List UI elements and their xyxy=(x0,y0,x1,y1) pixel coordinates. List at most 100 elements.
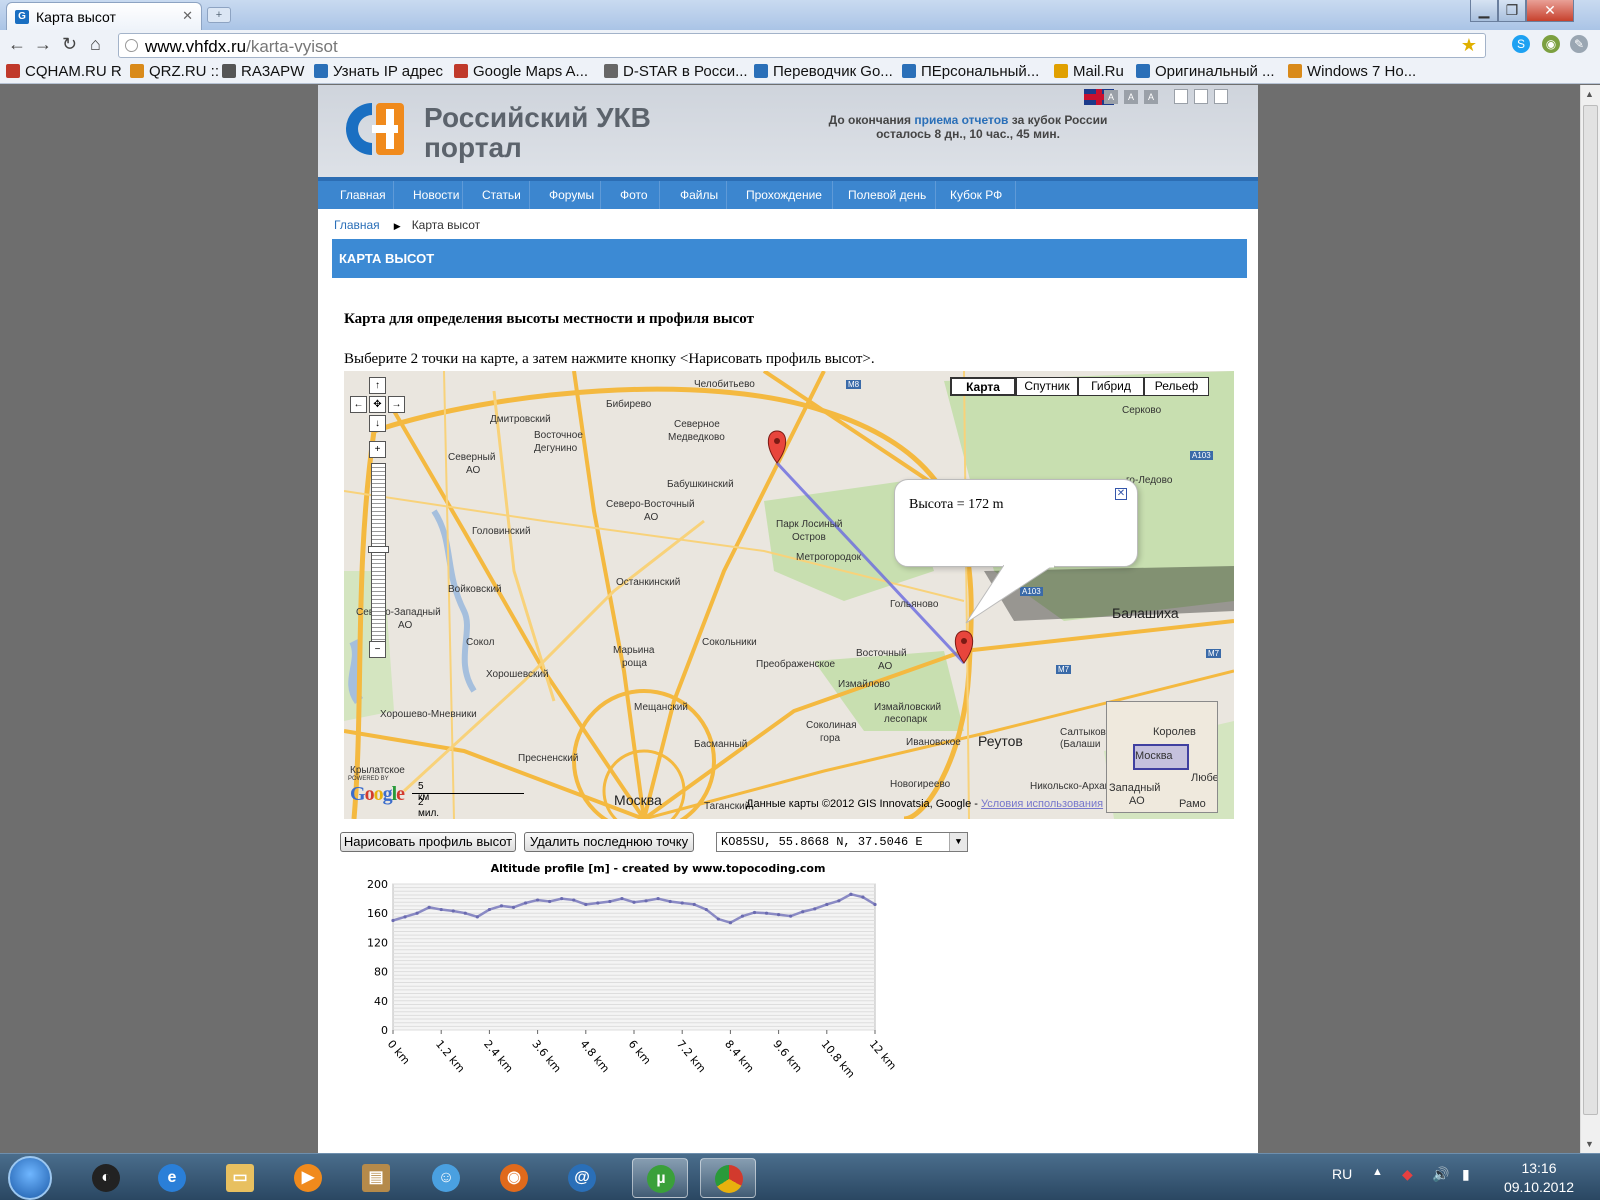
bookmark-item[interactable]: ПЕрсональный... xyxy=(902,63,1039,80)
zoom-slider[interactable] xyxy=(371,463,386,647)
menu-item-cup[interactable]: Кубок РФ xyxy=(950,188,1002,202)
info-window-close-icon[interactable]: ✕ xyxy=(1115,488,1127,500)
system-clock[interactable]: 13:16 09.10.2012 xyxy=(1494,1159,1584,1197)
altitude-point xyxy=(632,900,636,904)
site-logo-icon[interactable] xyxy=(332,99,408,159)
extension-icon[interactable]: ◉ xyxy=(1542,35,1560,53)
minimize-button[interactable]: ▁ xyxy=(1470,0,1498,22)
new-tab-button[interactable]: + xyxy=(207,7,231,23)
layout-wide-button[interactable] xyxy=(1214,89,1228,104)
map-place-label: АО xyxy=(398,620,413,631)
point-select[interactable]: KO85SU, 55.8668 N, 37.5046 E ▼ xyxy=(716,832,968,852)
pan-down-button[interactable]: ↓ xyxy=(369,415,386,432)
bookmark-item[interactable]: Переводчик Go... xyxy=(754,63,893,80)
terms-link[interactable]: Условия использования xyxy=(981,798,1103,810)
vertical-scrollbar[interactable]: ▲ ▼ xyxy=(1580,85,1600,1153)
bookmark-item[interactable]: Узнать IP адрес xyxy=(314,63,443,80)
map-type-hybrid[interactable]: Гибрид xyxy=(1078,377,1144,396)
google-logo[interactable]: Google xyxy=(350,783,405,806)
zoom-in-button[interactable]: + xyxy=(369,441,386,458)
reports-link[interactable]: приема отчетов xyxy=(914,113,1008,127)
altitude-info-window: Высота = 172 m ✕ xyxy=(894,479,1138,567)
map-place-label: Останкинский xyxy=(616,577,681,588)
map-type-terrain[interactable]: Рельеф xyxy=(1144,377,1209,396)
start-button[interactable] xyxy=(8,1156,52,1200)
forward-icon[interactable]: → xyxy=(34,34,52,55)
scroll-thumb[interactable] xyxy=(1583,105,1598,1115)
menu-item-forums[interactable]: Форумы xyxy=(549,188,594,202)
language-indicator[interactable]: RU xyxy=(1332,1166,1352,1182)
site-logo-text[interactable]: Российский УКВ портал xyxy=(424,103,651,163)
google-map[interactable]: Челобитьево Бибирево Дмитровский Северное Ме… xyxy=(344,371,1234,819)
taskbar-app[interactable]: ▤ xyxy=(348,1158,404,1198)
scroll-up-icon[interactable]: ▲ xyxy=(1585,89,1594,99)
bookmark-item[interactable]: RA3APW xyxy=(222,63,304,80)
taskbar-mail-agent[interactable]: @ xyxy=(554,1158,610,1198)
wrench-icon[interactable]: ✎ xyxy=(1570,35,1588,53)
zoom-slider-thumb[interactable] xyxy=(368,546,389,553)
chevron-down-icon[interactable]: ▼ xyxy=(949,833,967,851)
altitude-point xyxy=(451,909,455,913)
bookmark-item[interactable]: Google Maps A... xyxy=(454,63,588,80)
address-bar[interactable]: www.vhfdx.ru/karta-vyisot ★ xyxy=(118,33,1486,58)
home-icon[interactable]: ⌂ xyxy=(90,34,101,55)
font-size-medium-button[interactable]: A xyxy=(1124,90,1138,104)
layout-medium-button[interactable] xyxy=(1194,89,1208,104)
maximize-button[interactable]: ❐ xyxy=(1498,0,1526,22)
browser-tab[interactable]: G Карта высот ✕ xyxy=(6,2,202,30)
font-size-small-button[interactable]: A xyxy=(1104,90,1118,104)
network-icon[interactable]: ▮ xyxy=(1462,1166,1470,1183)
taskbar-explorer[interactable]: ▭ xyxy=(212,1158,268,1198)
taskbar-ie[interactable]: e xyxy=(144,1158,200,1198)
pan-right-button[interactable]: → xyxy=(388,396,405,413)
breadcrumb-home-link[interactable]: Главная xyxy=(334,218,380,232)
taskbar-firefox[interactable]: ◉ xyxy=(486,1158,542,1198)
x-tick-label: 10.8 km xyxy=(819,1038,858,1081)
taskbar-utorrent[interactable]: µ xyxy=(632,1158,688,1198)
overview-minimap[interactable]: Королев Москва Западный АО Любер Рамо xyxy=(1106,701,1218,813)
bookmark-item[interactable]: QRZ.RU :: xyxy=(130,63,219,80)
back-icon[interactable]: ← xyxy=(8,34,26,55)
layout-narrow-button[interactable] xyxy=(1174,89,1188,104)
zoom-out-button[interactable]: − xyxy=(369,641,386,658)
menu-item-home[interactable]: Главная xyxy=(340,188,386,202)
taskbar-media-player[interactable]: ▶ xyxy=(280,1158,336,1198)
menu-item-articles[interactable]: Статьи xyxy=(482,188,521,202)
window-close-button[interactable]: ✕ xyxy=(1526,0,1574,22)
delete-last-point-button[interactable]: Удалить последнюю точку xyxy=(524,832,694,852)
draw-profile-button[interactable]: Нарисовать профиль высот xyxy=(340,832,516,852)
skype-icon[interactable]: S xyxy=(1512,35,1530,53)
bookmark-item[interactable]: D-STAR в Росси... xyxy=(604,63,748,80)
menu-item-photo[interactable]: Фото xyxy=(620,188,648,202)
taskbar-chrome[interactable] xyxy=(700,1158,756,1198)
pan-center-button[interactable]: ✥ xyxy=(369,396,386,413)
page-heading-bar: КАРТА ВЫСОТ xyxy=(332,239,1247,278)
bookmark-item[interactable]: Оригинальный ... xyxy=(1136,63,1275,80)
menu-item-propagation[interactable]: Прохождение xyxy=(746,188,822,202)
font-size-large-button[interactable]: A xyxy=(1144,90,1158,104)
pan-up-button[interactable]: ↑ xyxy=(369,377,386,394)
tab-close-icon[interactable]: ✕ xyxy=(182,8,193,24)
menu-item-files[interactable]: Файлы xyxy=(680,188,718,202)
taskbar-app[interactable]: ◐ xyxy=(78,1158,134,1198)
bookmark-item[interactable]: Mail.Ru xyxy=(1054,63,1124,80)
bookmark-star-icon[interactable]: ★ xyxy=(1461,35,1477,56)
taskbar-app[interactable]: ☺ xyxy=(418,1158,474,1198)
volume-icon[interactable]: 🔊 xyxy=(1432,1166,1449,1183)
map-type-map[interactable]: Карта xyxy=(950,377,1016,396)
tray-expand-icon[interactable]: ▲ xyxy=(1372,1166,1383,1178)
altitude-point xyxy=(572,898,576,902)
reload-icon[interactable]: ↻ xyxy=(62,34,77,55)
pan-left-button[interactable]: ← xyxy=(350,396,367,413)
antivirus-icon[interactable]: ◆ xyxy=(1402,1166,1413,1183)
menu-item-news[interactable]: Новости xyxy=(413,188,459,202)
bookmark-item[interactable]: CQHAM.RU R xyxy=(6,63,122,80)
map-type-satellite[interactable]: Спутник xyxy=(1016,377,1078,396)
menu-item-field-day[interactable]: Полевой день xyxy=(848,188,926,202)
bookmark-item[interactable]: Windows 7 Но... xyxy=(1288,63,1416,80)
altitude-point xyxy=(861,895,865,899)
x-tick-label: 12 km xyxy=(867,1038,899,1073)
altitude-point xyxy=(596,901,600,905)
scroll-down-icon[interactable]: ▼ xyxy=(1585,1139,1594,1149)
map-place-label: Соколиная xyxy=(806,720,857,731)
